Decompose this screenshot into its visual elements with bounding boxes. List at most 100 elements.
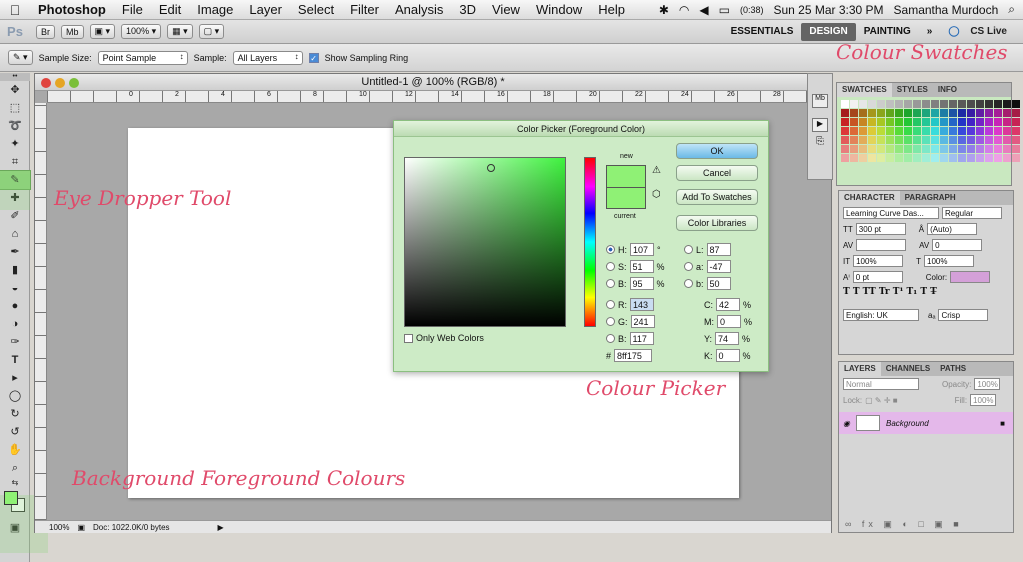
swatch-cell[interactable] bbox=[949, 145, 957, 153]
menu-image[interactable]: Image bbox=[189, 2, 241, 17]
swatch-cell[interactable] bbox=[922, 118, 930, 126]
swatch-cell[interactable] bbox=[1003, 118, 1011, 126]
swatch-cell[interactable] bbox=[1003, 100, 1011, 108]
swatch-cell[interactable] bbox=[922, 154, 930, 162]
swatch-cell[interactable] bbox=[994, 127, 1002, 135]
swatch-cell[interactable] bbox=[949, 136, 957, 144]
font-size-input[interactable]: 300 pt bbox=[855, 223, 906, 235]
swatch-cell[interactable] bbox=[958, 136, 966, 144]
swatch-cell[interactable] bbox=[967, 154, 975, 162]
swatch-cell[interactable] bbox=[904, 127, 912, 135]
swatch-cell[interactable] bbox=[904, 100, 912, 108]
minimize-window-icon[interactable] bbox=[55, 78, 65, 88]
swatch-cell[interactable] bbox=[868, 145, 876, 153]
volume-icon[interactable]: ◀ bbox=[699, 3, 708, 17]
swatch-cell[interactable] bbox=[895, 100, 903, 108]
swatch-cell[interactable] bbox=[841, 118, 849, 126]
current-color-swatch[interactable] bbox=[606, 187, 646, 209]
opacity-input[interactable]: 100% bbox=[974, 378, 1001, 390]
a-radio[interactable] bbox=[684, 262, 693, 271]
swatch-cell[interactable] bbox=[913, 145, 921, 153]
swatch-cell[interactable] bbox=[931, 118, 939, 126]
menu-view[interactable]: View bbox=[484, 2, 528, 17]
swatch-cell[interactable] bbox=[931, 100, 939, 108]
swatch-cell[interactable] bbox=[913, 136, 921, 144]
swatch-cell[interactable] bbox=[1003, 136, 1011, 144]
swatch-cell[interactable] bbox=[958, 154, 966, 162]
zoom-tool-icon[interactable]: ⌕ bbox=[0, 459, 30, 477]
zoom-window-icon[interactable] bbox=[69, 78, 79, 88]
type-tool-icon[interactable]: T bbox=[0, 351, 30, 369]
apple-icon[interactable]:  bbox=[0, 2, 30, 18]
swatch-cell[interactable] bbox=[949, 100, 957, 108]
crop-tool-icon[interactable]: ⌗ bbox=[0, 153, 30, 171]
menu-filter[interactable]: Filter bbox=[342, 2, 387, 17]
swatch-cell[interactable] bbox=[895, 118, 903, 126]
menu-help[interactable]: Help bbox=[590, 2, 633, 17]
swatch-cell[interactable] bbox=[886, 154, 894, 162]
swatch-cell[interactable] bbox=[886, 118, 894, 126]
swatch-cell[interactable] bbox=[850, 109, 858, 117]
l-input[interactable]: 87 bbox=[706, 243, 731, 256]
workspace-design[interactable]: DESIGN bbox=[801, 22, 856, 41]
pen-tool-icon[interactable]: ✑ bbox=[0, 333, 30, 351]
swatch-cell[interactable] bbox=[877, 127, 885, 135]
swatch-cell[interactable] bbox=[841, 136, 849, 144]
menu-select[interactable]: Select bbox=[290, 2, 342, 17]
swatch-cell[interactable] bbox=[886, 100, 894, 108]
dodge-tool-icon[interactable]: ◑ bbox=[0, 315, 30, 333]
tracking-input[interactable]: 0 bbox=[932, 239, 983, 251]
swatch-cell[interactable] bbox=[850, 100, 858, 108]
vertical-scale-input[interactable]: 100% bbox=[853, 255, 904, 267]
swatch-cell[interactable] bbox=[877, 118, 885, 126]
swatch-cell[interactable] bbox=[1012, 118, 1020, 126]
tab-styles[interactable]: STYLES bbox=[892, 83, 933, 97]
swatch-cell[interactable] bbox=[913, 118, 921, 126]
c-input[interactable]: 42 bbox=[716, 298, 740, 311]
swatch-cell[interactable] bbox=[976, 109, 984, 117]
swatch-cell[interactable] bbox=[1003, 127, 1011, 135]
y-input[interactable]: 74 bbox=[715, 332, 740, 345]
swatch-cell[interactable] bbox=[904, 109, 912, 117]
swatch-cell[interactable] bbox=[940, 127, 948, 135]
swatch-cell[interactable] bbox=[985, 136, 993, 144]
swatch-cell[interactable] bbox=[1003, 154, 1011, 162]
swatch-cell[interactable] bbox=[868, 136, 876, 144]
swatch-cell[interactable] bbox=[850, 127, 858, 135]
workspace-essentials[interactable]: ESSENTIALS bbox=[723, 26, 802, 37]
swatch-cell[interactable] bbox=[859, 118, 867, 126]
shape-tool-icon[interactable]: ◯ bbox=[0, 387, 30, 405]
swatch-cell[interactable] bbox=[967, 100, 975, 108]
swatch-cell[interactable] bbox=[886, 127, 894, 135]
ok-button[interactable]: OK bbox=[676, 143, 758, 159]
menu-3d[interactable]: 3D bbox=[451, 2, 484, 17]
visibility-eye-icon[interactable]: ◉ bbox=[843, 419, 850, 428]
s-radio[interactable] bbox=[606, 262, 615, 271]
swatch-cell[interactable] bbox=[886, 136, 894, 144]
swatch-cell[interactable] bbox=[976, 154, 984, 162]
only-web-colors-checkbox[interactable] bbox=[404, 333, 413, 343]
marquee-tool-icon[interactable]: ⬚ bbox=[0, 99, 30, 117]
color-field-cursor[interactable] bbox=[487, 164, 495, 172]
swatch-cell[interactable] bbox=[877, 154, 885, 162]
swatch-cell[interactable] bbox=[868, 100, 876, 108]
sample-select[interactable]: All Layers bbox=[232, 50, 303, 65]
user-name[interactable]: Samantha Murdoch bbox=[894, 3, 999, 17]
minibridge-panel-icon[interactable]: Mb bbox=[812, 94, 828, 108]
menu-window[interactable]: Window bbox=[528, 2, 590, 17]
swatch-cell[interactable] bbox=[922, 109, 930, 117]
swatch-cell[interactable] bbox=[1012, 127, 1020, 135]
swatch-cell[interactable] bbox=[976, 127, 984, 135]
swatch-cell[interactable] bbox=[940, 100, 948, 108]
swatch-cell[interactable] bbox=[859, 154, 867, 162]
swatch-cell[interactable] bbox=[868, 118, 876, 126]
leading-input[interactable]: (Auto) bbox=[927, 223, 978, 235]
3d-orbit-tool-icon[interactable]: ↺ bbox=[0, 423, 30, 441]
swatch-cell[interactable] bbox=[994, 145, 1002, 153]
swatch-cell[interactable] bbox=[949, 127, 957, 135]
screen-mode-button[interactable]: ▢ ▾ bbox=[198, 24, 225, 39]
swatch-cell[interactable] bbox=[895, 109, 903, 117]
bridge-button[interactable]: Br bbox=[36, 24, 55, 39]
blue-input[interactable]: 117 bbox=[629, 332, 654, 345]
swatch-cell[interactable] bbox=[877, 136, 885, 144]
